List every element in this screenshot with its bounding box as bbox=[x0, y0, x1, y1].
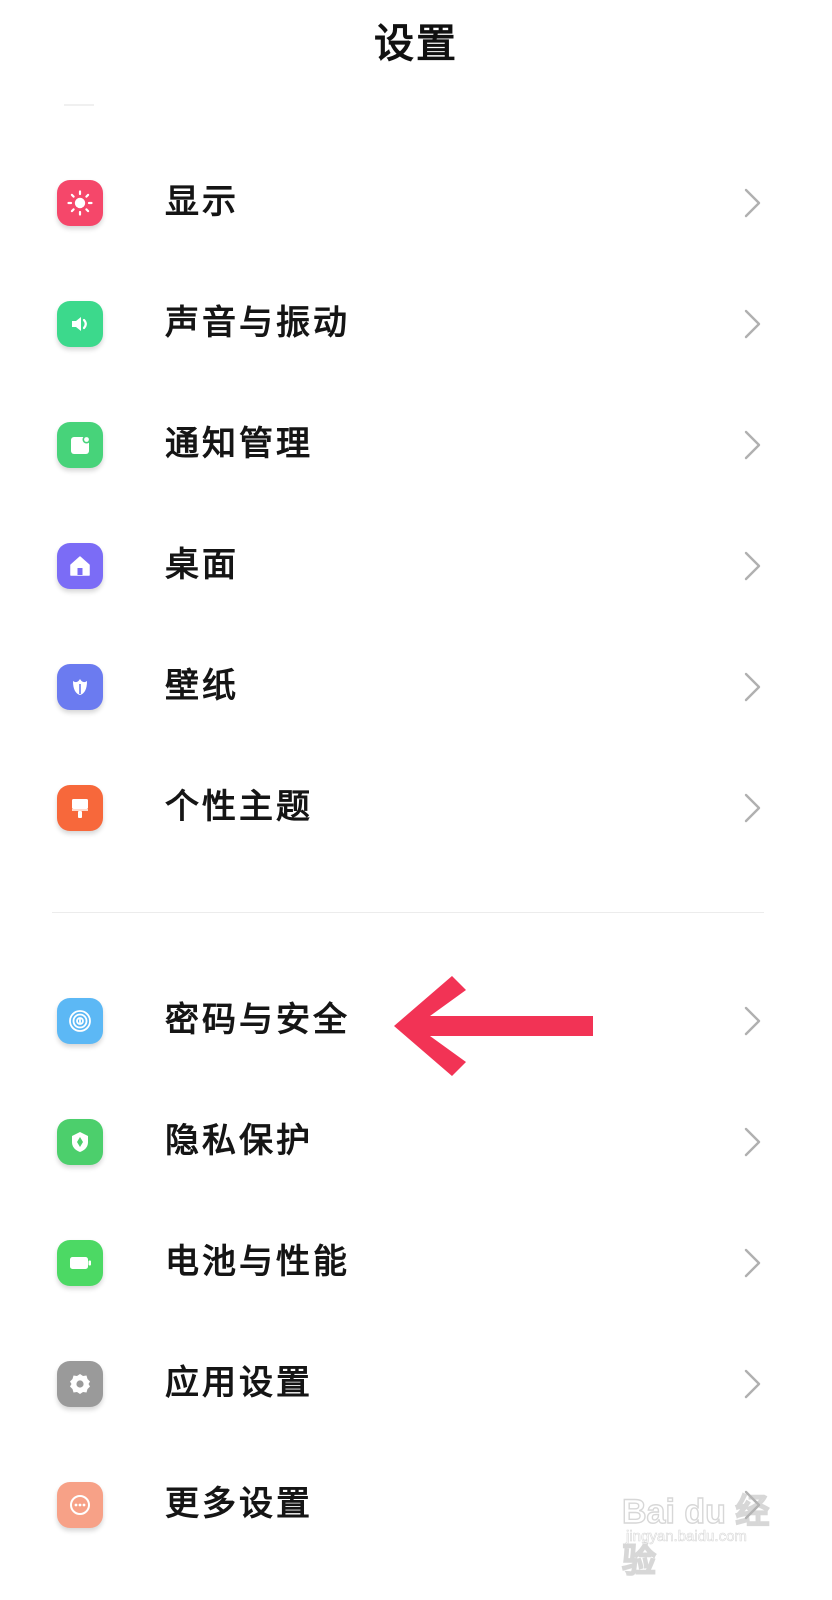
chevron-right-icon bbox=[744, 551, 761, 581]
shield-icon bbox=[57, 1119, 103, 1165]
settings-item-label: 壁纸 bbox=[165, 666, 239, 706]
settings-item-app-settings[interactable]: 应用设置 bbox=[0, 1333, 832, 1433]
speaker-icon bbox=[57, 301, 103, 347]
settings-item-label: 密码与安全 bbox=[165, 1000, 350, 1040]
section-divider bbox=[52, 912, 764, 913]
left-arrow-icon bbox=[394, 976, 593, 1076]
watermark: Bai du 经验 jingyan.baidu.com bbox=[618, 1476, 788, 1580]
more-icon bbox=[57, 1482, 103, 1528]
settings-item-label: 电池与性能 bbox=[165, 1242, 350, 1282]
gear-icon bbox=[57, 1361, 103, 1407]
tulip-icon bbox=[57, 664, 103, 710]
settings-item-label: 显示 bbox=[165, 182, 239, 222]
chevron-right-icon bbox=[744, 188, 761, 218]
settings-item-label: 隐私保护 bbox=[165, 1121, 313, 1161]
chevron-right-icon bbox=[744, 309, 761, 339]
chevron-right-icon bbox=[744, 430, 761, 460]
battery-icon bbox=[57, 1240, 103, 1286]
notification-icon bbox=[57, 422, 103, 468]
settings-item-display[interactable]: 显示 bbox=[0, 152, 832, 252]
watermark-url: jingyan.baidu.com bbox=[626, 1528, 748, 1546]
chevron-right-icon bbox=[744, 1006, 761, 1036]
settings-item-wallpaper[interactable]: 壁纸 bbox=[0, 636, 832, 736]
header: 设置 bbox=[0, 0, 832, 100]
brightness-icon bbox=[57, 180, 103, 226]
settings-item-label: 通知管理 bbox=[165, 424, 313, 464]
settings-item-privacy[interactable]: 隐私保护 bbox=[0, 1091, 832, 1191]
settings-item-battery[interactable]: 电池与性能 bbox=[0, 1212, 832, 1312]
scroll-edge bbox=[64, 104, 94, 106]
fingerprint-icon bbox=[57, 998, 103, 1044]
settings-item-label: 应用设置 bbox=[165, 1363, 313, 1403]
paint-brush-icon bbox=[57, 785, 103, 831]
chevron-right-icon bbox=[744, 1369, 761, 1399]
settings-item-label: 桌面 bbox=[165, 545, 239, 585]
settings-item-label: 个性主题 bbox=[165, 787, 313, 827]
settings-item-notifications[interactable]: 通知管理 bbox=[0, 394, 832, 494]
settings-item-label: 更多设置 bbox=[165, 1484, 313, 1524]
settings-item-label: 声音与振动 bbox=[165, 303, 350, 343]
page-title: 设置 bbox=[374, 21, 458, 67]
settings-item-home-screen[interactable]: 桌面 bbox=[0, 515, 832, 615]
chevron-right-icon bbox=[744, 672, 761, 702]
settings-item-themes[interactable]: 个性主题 bbox=[0, 757, 832, 857]
settings-item-sound[interactable]: 声音与振动 bbox=[0, 273, 832, 373]
chevron-right-icon bbox=[744, 1127, 761, 1157]
home-icon bbox=[57, 543, 103, 589]
chevron-right-icon bbox=[744, 793, 761, 823]
chevron-right-icon bbox=[744, 1248, 761, 1278]
